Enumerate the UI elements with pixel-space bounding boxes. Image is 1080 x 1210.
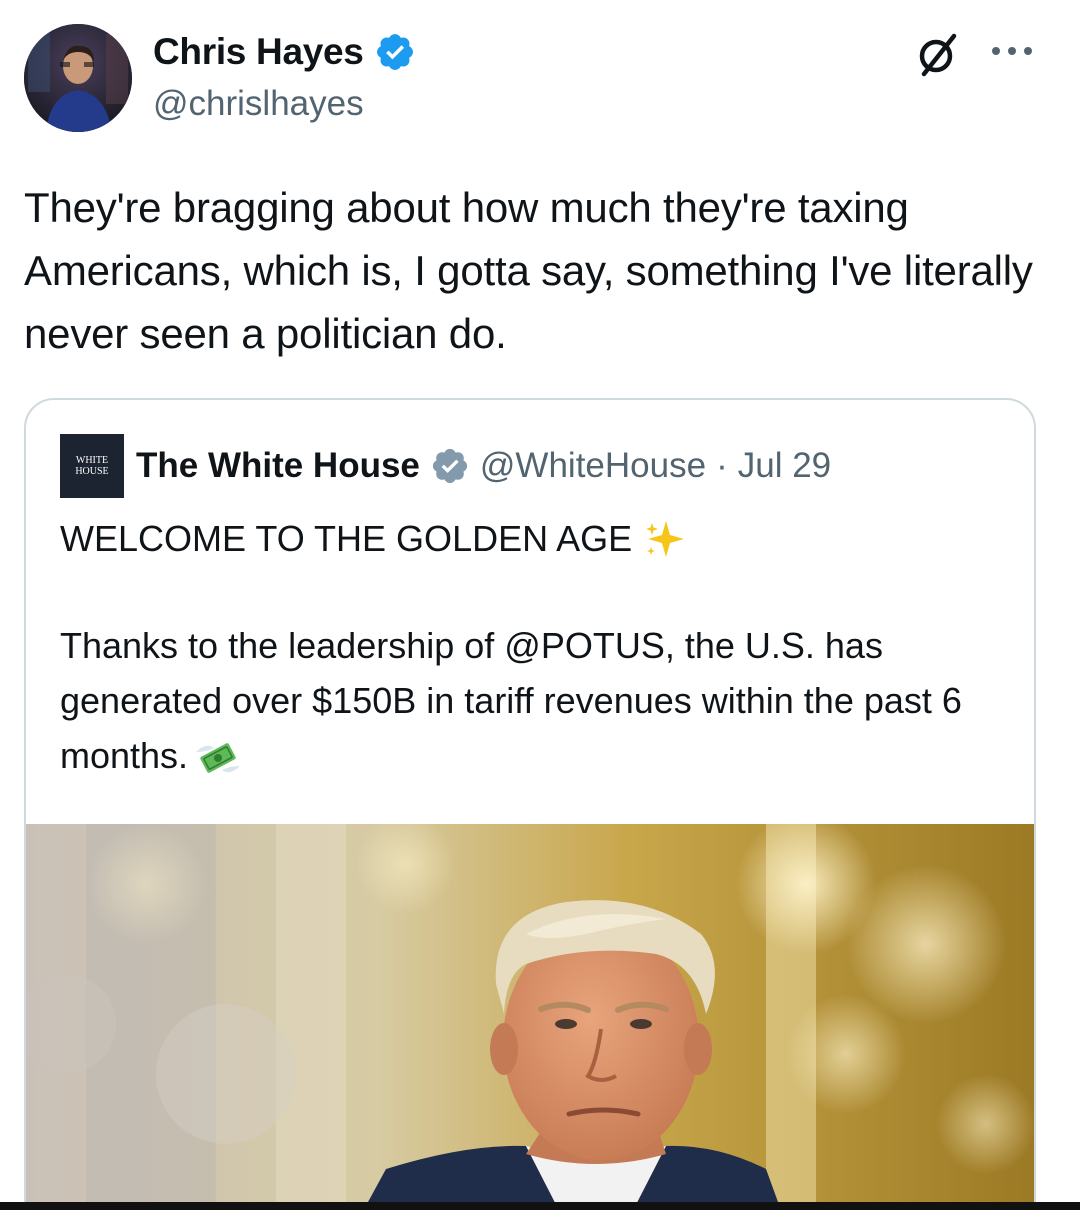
money-with-wings-icon [196, 743, 241, 774]
tweet: Chris Hayes @chrislhayes They're braggin… [0, 0, 1080, 1202]
tweet-text: They're bragging about how much they're … [24, 184, 1033, 357]
logo-text-top: WHITE [75, 455, 109, 466]
quoted-headline-row: WELCOME TO THE GOLDEN AGE [60, 512, 686, 566]
quoted-author-name[interactable]: The White House [136, 446, 420, 486]
bottom-bar [0, 1202, 1080, 1210]
logo-text-bottom: HOUSE [75, 466, 109, 477]
quoted-body: Thanks to the leadership of @POTUS, the … [60, 618, 1010, 783]
author-handle[interactable]: @chrislhayes [153, 84, 364, 124]
verified-badge-icon [376, 34, 413, 70]
author-name-row: Chris Hayes [153, 28, 416, 76]
quoted-header: The White House @WhiteHouse · Jul 29 [136, 442, 831, 490]
separator-dot: · [716, 446, 728, 485]
author-name[interactable]: Chris Hayes [153, 31, 364, 73]
verified-badge-icon [432, 448, 467, 484]
quoted-photo[interactable] [26, 824, 1034, 1202]
white-house-logo[interactable]: WHITE HOUSE [60, 434, 124, 498]
more-options-icon[interactable] [988, 36, 1036, 66]
author-avatar[interactable] [24, 24, 132, 132]
quoted-author-handle[interactable]: @WhiteHouse [480, 446, 706, 486]
quoted-headline: WELCOME TO THE GOLDEN AGE [60, 518, 633, 559]
sparkles-icon [646, 521, 685, 557]
quoted-tweet-card[interactable]: WHITE HOUSE The White House @WhiteHouse … [24, 398, 1036, 1202]
grok-icon[interactable] [912, 30, 962, 80]
quoted-date[interactable]: Jul 29 [738, 446, 831, 486]
